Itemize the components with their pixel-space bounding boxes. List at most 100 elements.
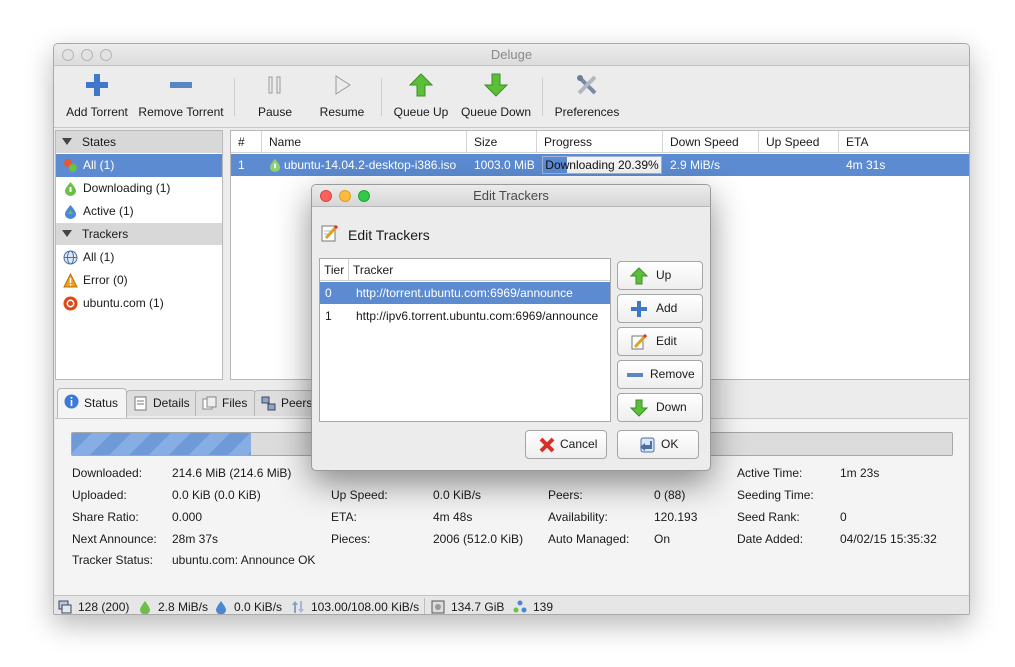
pause-button[interactable]: Pause: [246, 70, 304, 124]
column-header-name[interactable]: Name: [262, 131, 467, 153]
share-ratio-value: 0.000: [172, 510, 203, 524]
tracker-row[interactable]: 1 http://ipv6.torrent.ubuntu.com:6969/an…: [320, 305, 610, 327]
remove-torrent-button[interactable]: Remove Torrent: [136, 70, 226, 124]
torrent-row[interactable]: 1 ubuntu-14.04.2-desktop-i386.iso 1003.0…: [231, 154, 969, 176]
upload-speed-indicator[interactable]: 0.0 KiB/s: [214, 599, 283, 614]
toolbar-separator: [542, 78, 543, 116]
preferences-button[interactable]: Preferences: [550, 70, 624, 124]
availability-value: 120.193: [654, 510, 698, 524]
connections-indicator[interactable]: 128 (200): [58, 599, 129, 614]
ok-label: OK: [661, 437, 679, 451]
torrent-up-speed: [759, 154, 766, 176]
title-bar: Deluge: [54, 44, 969, 66]
next-announce-value: 28m 37s: [172, 532, 219, 546]
upload-speed-icon: [216, 601, 226, 614]
eta-label: ETA:: [331, 510, 357, 524]
arrow-up-icon: [408, 73, 434, 97]
free-space-indicator[interactable]: 134.7 GiB: [431, 599, 504, 614]
download-speed-indicator[interactable]: 2.8 MiB/s: [138, 599, 208, 614]
queue-up-label: Queue Up: [393, 105, 449, 119]
zoom-window-button[interactable]: [100, 49, 112, 61]
plus-icon: [86, 74, 108, 96]
status-progress-fill: [72, 433, 252, 455]
preferences-label: Preferences: [554, 105, 620, 119]
auto-managed-value: On: [654, 532, 671, 546]
torrent-progress-bar: Downloading 20.39%: [542, 156, 662, 174]
collapse-triangle-icon: [62, 230, 72, 237]
column-header-up-speed[interactable]: Up Speed: [759, 131, 839, 153]
remove-button[interactable]: Remove: [617, 360, 703, 389]
cancel-label: Cancel: [560, 437, 598, 451]
add-button[interactable]: Add: [617, 294, 703, 323]
minimize-window-button[interactable]: [81, 49, 93, 61]
active-icon: [65, 205, 76, 219]
tab-status[interactable]: Status: [57, 388, 128, 418]
column-header-eta[interactable]: ETA: [839, 131, 969, 153]
resume-button[interactable]: Resume: [312, 70, 372, 124]
cancel-button[interactable]: Cancel: [525, 430, 607, 459]
trackers-header[interactable]: Trackers: [56, 223, 222, 245]
tab-details[interactable]: Details: [126, 390, 199, 416]
active-time-label: Active Time:: [737, 466, 803, 480]
ok-button[interactable]: OK: [617, 430, 699, 459]
tab-label: Status: [84, 396, 119, 410]
peers-icon: [261, 396, 276, 411]
toolbar-separator: [234, 78, 235, 116]
next-announce-label: Next Announce:: [72, 532, 157, 546]
close-dialog-button[interactable]: [320, 190, 332, 202]
up-label: Up: [656, 268, 672, 282]
close-window-button[interactable]: [62, 49, 74, 61]
sidebar-item-label: Downloading (1): [83, 181, 171, 195]
states-header[interactable]: States: [56, 131, 222, 153]
tab-label: Files: [222, 396, 248, 410]
column-header-down-speed[interactable]: Down Speed: [663, 131, 759, 153]
arrow-up-icon: [630, 267, 648, 285]
ubuntu-icon: [63, 296, 78, 311]
sidebar-item-downloading[interactable]: Downloading (1): [56, 177, 222, 200]
column-header-number[interactable]: #: [231, 131, 262, 153]
date-added-label: Date Added:: [737, 532, 804, 546]
seed-rank-label: Seed Rank:: [737, 510, 800, 524]
sidebar-item-label: ubuntu.com (1): [83, 296, 164, 310]
sidebar-item-all-states[interactable]: All (1): [56, 154, 222, 177]
tracker-row[interactable]: 0 http://torrent.ubuntu.com:6969/announc…: [320, 282, 610, 304]
dht-nodes-icon: [513, 600, 527, 613]
tracker-list: Tier Tracker 0 http://torrent.ubuntu.com…: [319, 258, 611, 422]
sidebar-item-ubuntu-com[interactable]: ubuntu.com (1): [56, 292, 222, 315]
torrent-number: 1: [238, 158, 245, 172]
add-torrent-button[interactable]: Add Torrent: [58, 70, 136, 124]
dht-nodes-indicator[interactable]: 139: [513, 599, 553, 614]
seeding-time-label: Seeding Time:: [737, 488, 814, 502]
tab-files[interactable]: Files: [195, 390, 257, 416]
date-added-value: 04/02/15 15:35:32: [840, 532, 937, 546]
sidebar-item-error[interactable]: Error (0): [56, 269, 222, 292]
column-header-tracker[interactable]: Tracker: [349, 259, 610, 281]
queue-down-button[interactable]: Queue Down: [458, 70, 534, 124]
globe-icon: [63, 250, 78, 265]
queue-up-button[interactable]: Queue Up: [390, 70, 452, 124]
add-torrent-label: Add Torrent: [66, 105, 128, 119]
upload-speed-value: 0.0 KiB/s: [234, 600, 283, 614]
edit-trackers-dialog: Edit Trackers Edit Trackers Tier Tracker…: [311, 184, 711, 471]
column-header-progress[interactable]: Progress: [537, 131, 663, 153]
sidebar: States All (1) Downloading (1) Active (1…: [55, 130, 223, 380]
sidebar-item-label: Error (0): [83, 273, 128, 287]
sidebar-item-all-trackers[interactable]: All (1): [56, 246, 222, 269]
all-states-icon: [64, 159, 77, 172]
trackers-header-label: Trackers: [82, 227, 129, 241]
minus-icon: [170, 82, 192, 88]
down-button[interactable]: Down: [617, 393, 703, 422]
edit-button[interactable]: Edit: [617, 327, 703, 356]
pause-label: Pause: [257, 105, 293, 119]
column-header-size[interactable]: Size: [467, 131, 537, 153]
up-button[interactable]: Up: [617, 261, 703, 290]
peers-label: Peers:: [548, 488, 583, 502]
column-header-tier[interactable]: Tier: [320, 259, 349, 281]
zoom-dialog-button[interactable]: [358, 190, 370, 202]
protocol-traffic-indicator[interactable]: 103.00/108.00 KiB/s: [291, 599, 419, 614]
sidebar-item-active[interactable]: Active (1): [56, 200, 222, 223]
status-bar: 128 (200) 2.8 MiB/s 0.0 KiB/s 103.00/108…: [54, 595, 969, 614]
details-icon: [134, 396, 147, 411]
minimize-dialog-button[interactable]: [339, 190, 351, 202]
download-speed-icon: [140, 601, 150, 614]
